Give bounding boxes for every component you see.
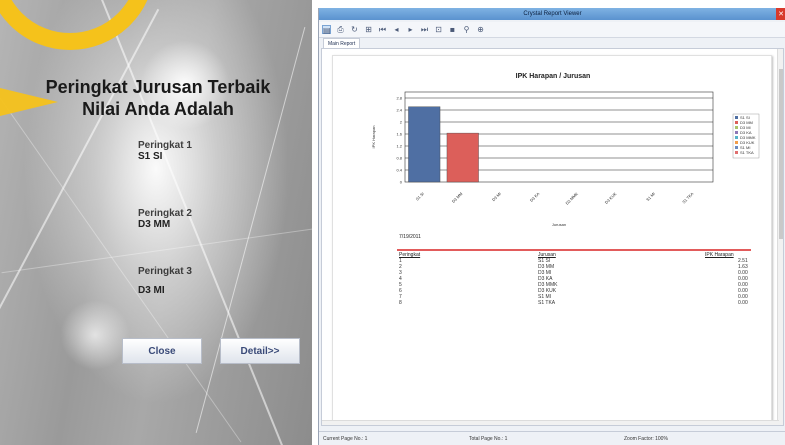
legend-swatch (735, 126, 738, 129)
x-tick-label: S1 SI (414, 191, 424, 201)
rank-3-value: D3 MI (138, 285, 165, 296)
x-tick-label: D3 KA (529, 191, 541, 203)
legend-swatch (735, 121, 738, 124)
report-date: 7/19/2011 (399, 234, 421, 240)
legend-swatch (735, 146, 738, 149)
prev-page-icon[interactable]: ◂ (392, 25, 401, 34)
logo-ring (0, 0, 155, 50)
x-tick-label: D3 MI (491, 191, 502, 202)
app-screen: Peringkat Jurusan Terbaik Nilai Anda Ada… (0, 0, 785, 445)
report-page: IPK Harapan / Jurusan 0 0.4 0.8 1.2 1.6 2 2.4 2.… (332, 55, 773, 425)
bar (446, 132, 479, 183)
legend-label: S1 TKA (740, 150, 754, 155)
x-axis-label: Jurusan (552, 222, 566, 227)
y-tick-label: 2 (400, 120, 403, 125)
scrollbar-thumb[interactable] (779, 69, 783, 239)
section-divider (397, 249, 751, 251)
x-tick-label: D3 MMK (564, 191, 579, 206)
group-tree-icon[interactable]: ⊞ (364, 25, 373, 34)
legend-swatch (735, 116, 738, 119)
viewer-titlebar[interactable]: Crystal Report Viewer ✕ (319, 8, 785, 20)
chart-title: IPK Harapan / Jurusan (516, 73, 591, 80)
x-tick-label: S1 TKA (681, 191, 694, 204)
y-tick-label: 1.6 (396, 132, 402, 137)
viewer-toolbar: ▤ ⎙ ↻ ⊞ ⏮ ◂ ▸ ⏭ ⊡ ▪ ⚲ ⊕ (319, 22, 785, 38)
x-tick-label: D3 MM (451, 191, 464, 204)
rank-1-label: Peringkat 1 (138, 140, 192, 151)
y-tick-label: 0.8 (396, 156, 402, 161)
legend-swatch (735, 141, 738, 144)
horizontal-scrollbar[interactable] (322, 420, 779, 425)
stop-icon[interactable]: ▪ (448, 25, 457, 34)
y-tick-label: 2.8 (396, 96, 402, 101)
report-viewer-window: Crystal Report Viewer ✕ ▤ ⎙ ↻ ⊞ ⏮ ◂ ▸ ⏭ ⊡ ▪ ⚲ ⊕ Mai… (318, 8, 785, 445)
result-panel: Peringkat Jurusan Terbaik Nilai Anda Ada… (0, 0, 312, 445)
status-zoom: Zoom Factor: 100% (624, 436, 668, 442)
legend-swatch (735, 131, 738, 134)
detail-button[interactable]: Detail>> (220, 338, 300, 364)
y-tick-label: 0.4 (396, 168, 402, 173)
x-tick-label: S1 MI (645, 191, 656, 202)
y-axis-label: IPK Harapan (371, 126, 376, 149)
result-title-line2: Nilai Anda Adalah (82, 99, 234, 119)
result-title: Peringkat Jurusan Terbaik Nilai Anda Ada… (8, 76, 308, 120)
last-page-icon[interactable]: ⏭ (420, 25, 429, 34)
rank-3-label: Peringkat 3 (138, 266, 192, 277)
cell-major: S1 TKA (538, 300, 556, 306)
legend-swatch (735, 151, 738, 154)
rank-1-value: S1 SI (138, 151, 163, 162)
refresh-icon[interactable]: ↻ (350, 25, 359, 34)
window-close-button[interactable]: ✕ (776, 8, 785, 20)
result-title-line1: Peringkat Jurusan Terbaik (45, 77, 271, 97)
search-icon[interactable]: ⚲ (462, 25, 471, 34)
cell-rank: 8 (399, 300, 402, 306)
close-button[interactable]: Close (122, 338, 202, 364)
vertical-scrollbar[interactable] (777, 49, 783, 425)
report-area: IPK Harapan / Jurusan 0 0.4 0.8 1.2 1.6 2 2.4 2.… (321, 48, 784, 426)
bar (408, 106, 441, 183)
status-bar: Current Page No.: 1 Total Page No.: 1 Zo… (319, 431, 785, 445)
print-icon[interactable]: ⎙ (336, 25, 345, 34)
rank-2-label: Peringkat 2 (138, 208, 192, 219)
next-page-icon[interactable]: ▸ (406, 25, 415, 34)
legend-swatch (735, 136, 738, 139)
export-icon[interactable]: ▤ (322, 25, 331, 35)
y-tick-label: 2.4 (396, 108, 402, 113)
background-light-streak (0, 8, 160, 445)
first-page-icon[interactable]: ⏮ (378, 25, 387, 34)
viewer-title: Crystal Report Viewer (523, 11, 582, 17)
background-light-streak (0, 97, 242, 443)
zoom-icon[interactable]: ⊕ (476, 25, 485, 34)
tab-main-report[interactable]: Main Report (323, 38, 361, 48)
table-row: 8 S1 TKA 0.00 (333, 300, 773, 306)
background-flare (60, 300, 130, 370)
cell-value: 0.00 (738, 300, 748, 306)
y-tick-label: 1.2 (396, 144, 402, 149)
x-tick-label: D3 KUK (604, 191, 618, 205)
goto-page-icon[interactable]: ⊡ (434, 25, 443, 34)
rank-2-value: D3 MM (138, 219, 171, 230)
y-tick-label: 0 (400, 180, 403, 185)
status-total-pages: Total Page No.: 1 (469, 436, 508, 442)
status-current-page: Current Page No.: 1 (323, 436, 368, 442)
chart: IPK Harapan / Jurusan 0 0.4 0.8 1.2 1.6 2 2.4 2.… (371, 73, 760, 227)
